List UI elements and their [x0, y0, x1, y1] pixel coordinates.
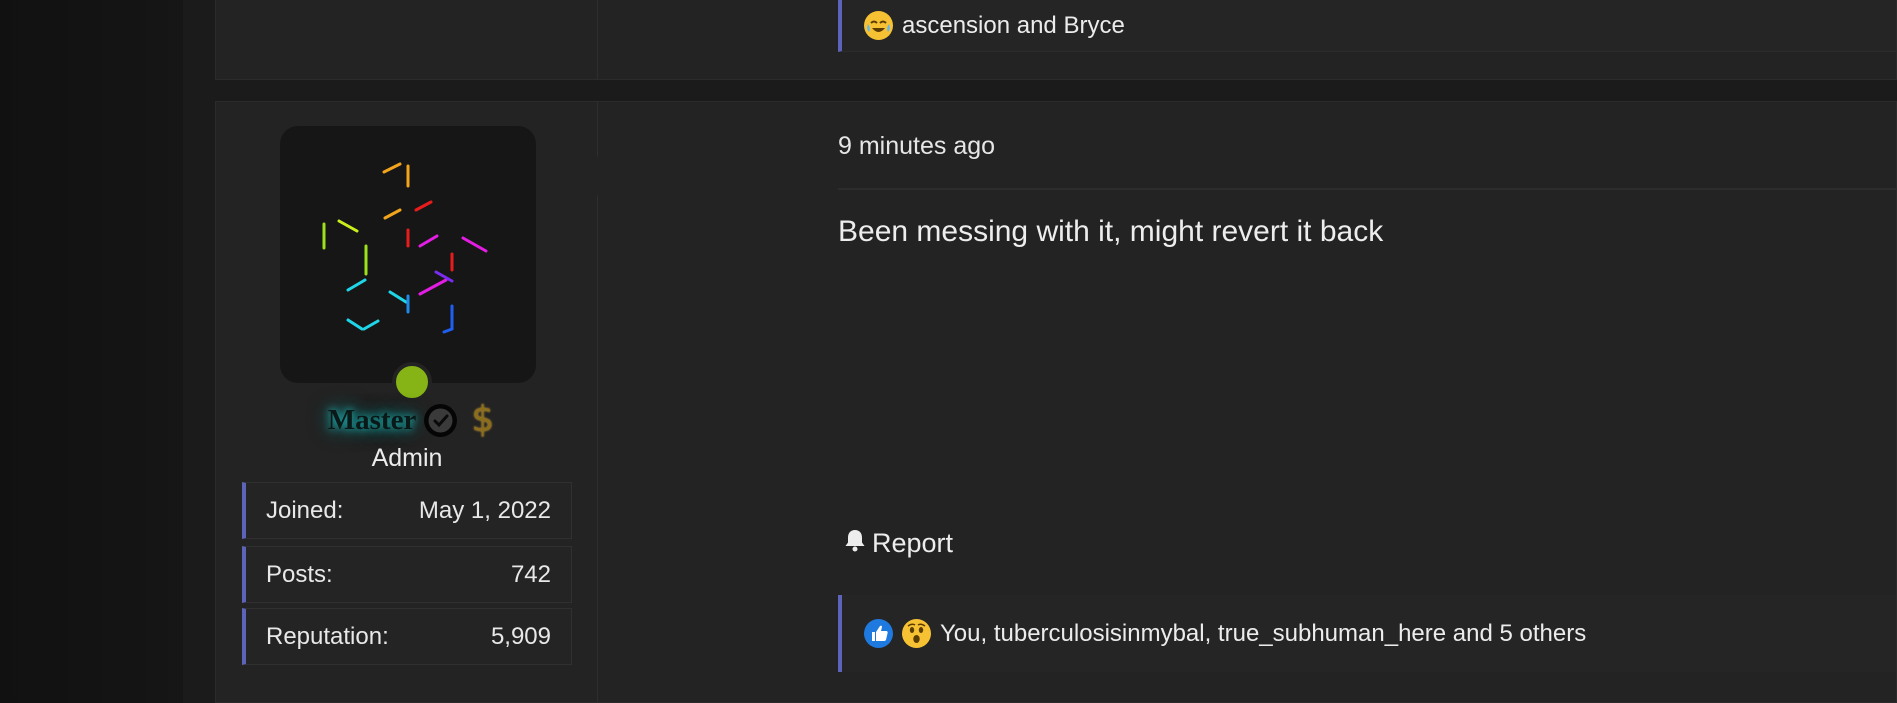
report-button[interactable]: Report: [844, 528, 953, 559]
stat-value: 742: [510, 560, 551, 588]
forum-post: Master $ Admin Joined: May 1, 2022 Posts…: [215, 101, 1897, 703]
stat-posts: Posts: 742: [242, 546, 572, 603]
report-label: Report: [872, 528, 954, 558]
post-reactions[interactable]: You, tuberculosisinmybal, true_subhuman_…: [838, 595, 1896, 672]
verified-icon: [424, 403, 458, 437]
stat-value: 5,909: [490, 622, 551, 650]
stat-label: Joined:: [266, 496, 344, 524]
dollar-icon: $: [471, 399, 495, 440]
bell-icon: [844, 528, 866, 559]
stat-label: Posts:: [266, 560, 333, 588]
reactions-text[interactable]: You, tuberculosisinmybal, true_subhuman_…: [940, 620, 1586, 648]
user-role: Admin: [371, 444, 443, 472]
post-body: 9 minutes ago Been messing with it, migh…: [578, 102, 1896, 702]
wow-icon: [902, 619, 931, 648]
username-row: Master $: [216, 398, 598, 442]
avatar[interactable]: [280, 126, 536, 383]
stat-joined: Joined: May 1, 2022: [242, 482, 572, 539]
laugh-cry-icon: [864, 11, 893, 40]
previous-post: ascension and Bryce: [215, 0, 1897, 80]
post-message: Been messing with it, might revert it ba…: [838, 215, 1384, 248]
online-status-indicator: [392, 362, 432, 402]
stat-reputation: Reputation: 5,909: [242, 608, 572, 665]
username[interactable]: Master: [328, 404, 417, 437]
post-timestamp[interactable]: 9 minutes ago: [838, 132, 995, 161]
stat-label: Reputation:: [266, 622, 389, 650]
post-author-sidebar: Master $ Admin Joined: May 1, 2022 Posts…: [216, 102, 598, 702]
like-icon: [864, 619, 893, 648]
post-header: 9 minutes ago: [838, 102, 1896, 190]
previous-post-sidebar: [216, 0, 598, 79]
previous-reactions-text[interactable]: ascension and Bryce: [902, 12, 1125, 40]
stat-value: May 1, 2022: [418, 496, 551, 524]
previous-post-reactions[interactable]: ascension and Bryce: [838, 0, 1896, 52]
post-pointer-arrow: [578, 156, 598, 196]
page-left-gutter: [0, 0, 183, 703]
